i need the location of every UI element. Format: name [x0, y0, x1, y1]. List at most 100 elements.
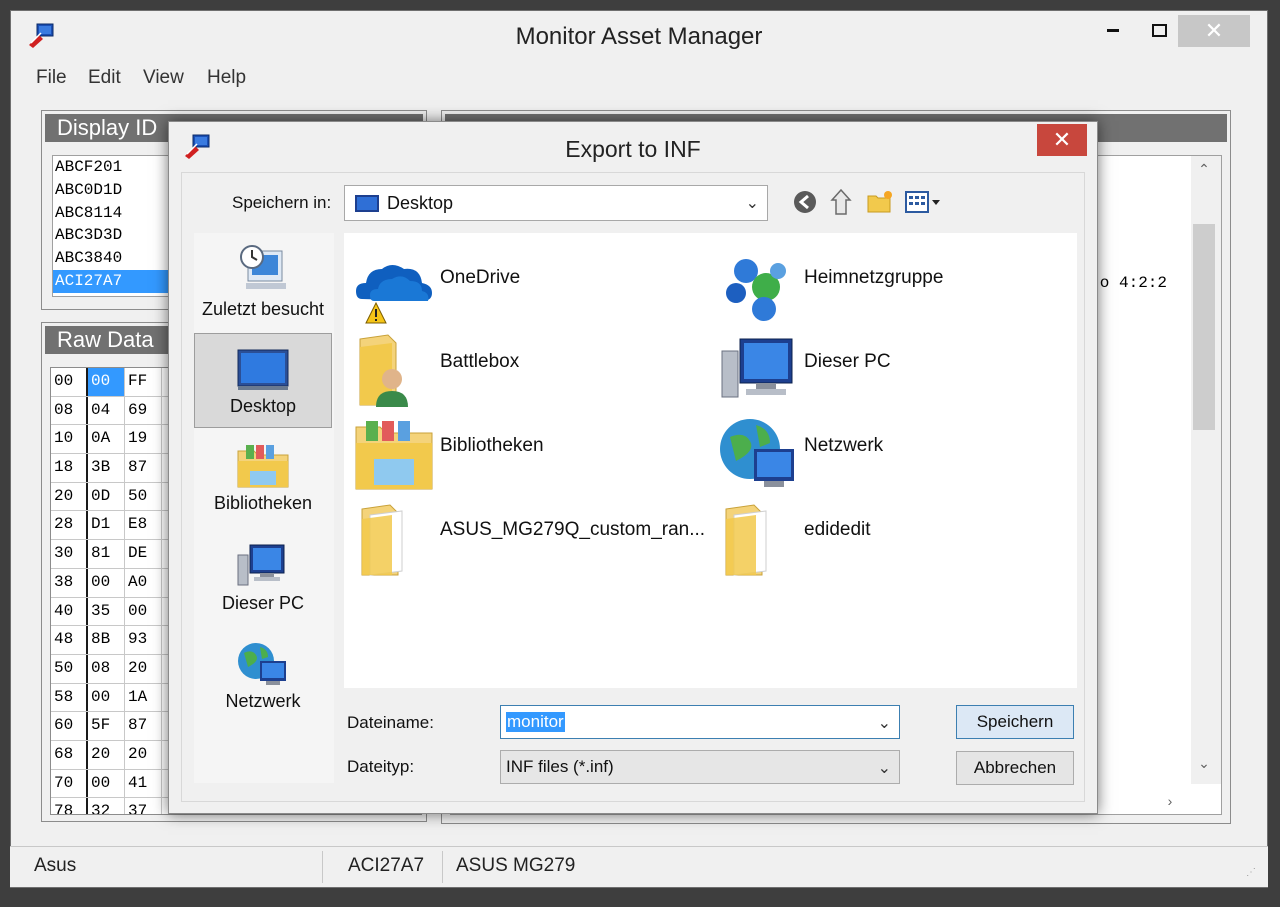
save-in-dropdown[interactable]: Desktop ⌄ [344, 185, 768, 221]
raw-data-address: 60 [51, 712, 88, 740]
raw-data-byte[interactable]: 1A [125, 683, 162, 712]
desktop-icon [237, 349, 289, 390]
raw-data-address: 38 [51, 568, 88, 597]
dialog-title-bar[interactable]: Export to INF ✕ [169, 122, 1097, 170]
network-icon [238, 643, 286, 685]
raw-data-byte[interactable]: 00 [125, 597, 162, 626]
place-label: Bibliotheken [213, 493, 313, 513]
raw-data-address: 40 [51, 597, 88, 626]
raw-data-address: 30 [51, 540, 88, 568]
raw-data-byte[interactable]: 00 [88, 769, 125, 798]
raw-data-byte[interactable]: 00 [88, 683, 125, 712]
raw-data-byte[interactable]: D1 [88, 511, 125, 540]
raw-data-address: 20 [51, 482, 88, 511]
title-bar[interactable]: Monitor Asset Manager ✕ [11, 11, 1267, 59]
up-folder-icon[interactable] [828, 188, 858, 216]
raw-data-byte[interactable]: 87 [125, 712, 162, 740]
raw-data-byte[interactable]: 35 [88, 597, 125, 626]
raw-data-byte[interactable]: 08 [88, 654, 125, 683]
raw-data-byte[interactable]: 20 [125, 740, 162, 769]
file-item-onedrive[interactable]: OneDrive [344, 241, 704, 324]
raw-data-byte[interactable]: 0D [88, 482, 125, 511]
back-icon[interactable] [790, 188, 820, 216]
file-item-homegroup[interactable]: Heimnetzgruppe [708, 241, 1068, 321]
file-item-battlebox[interactable]: Battlebox [344, 325, 704, 407]
raw-data-byte[interactable]: 93 [125, 626, 162, 654]
raw-data-address: 00 [51, 368, 88, 396]
raw-data-byte[interactable]: 37 [125, 798, 162, 814]
menu-edit[interactable]: Edit [88, 67, 121, 89]
minimize-icon [1107, 29, 1119, 32]
user-folder-icon [359, 334, 408, 407]
status-display-id: ACI27A7 [348, 855, 425, 876]
raw-data-address: 58 [51, 683, 88, 712]
menu-help[interactable]: Help [207, 67, 246, 89]
scroll-thumb[interactable] [1193, 224, 1215, 430]
raw-data-byte[interactable]: 5F [88, 712, 125, 740]
scroll-right-icon[interactable]: › [1159, 788, 1181, 814]
raw-data-byte[interactable]: FF [125, 368, 162, 396]
status-divider [442, 851, 443, 883]
save-button[interactable]: Speichern [956, 705, 1074, 739]
file-item-this-pc[interactable]: Dieser PC [708, 325, 1068, 405]
raw-data-byte[interactable]: DE [125, 540, 162, 568]
close-icon: ✕ [1204, 18, 1224, 43]
file-name: Bibliotheken [440, 435, 544, 456]
status-divider [322, 851, 323, 883]
dialog-close-button[interactable]: ✕ [1037, 124, 1087, 156]
raw-data-byte[interactable]: 69 [125, 396, 162, 425]
raw-data-byte[interactable]: 20 [125, 654, 162, 683]
chevron-down-icon: ⌄ [877, 760, 891, 777]
new-folder-icon[interactable] [866, 188, 896, 216]
filetype-dropdown[interactable]: INF files (*.inf) ⌄ [500, 750, 900, 784]
raw-data-byte[interactable]: 20 [88, 740, 125, 769]
menu-file[interactable]: File [36, 67, 67, 89]
close-icon: ✕ [1052, 127, 1072, 152]
filename-input[interactable]: monitor ⌄ [500, 705, 900, 739]
chevron-down-icon: ⌄ [745, 195, 759, 212]
menu-view[interactable]: View [143, 67, 184, 89]
place-label: Desktop [229, 396, 297, 416]
vertical-scrollbar[interactable]: ⌃ ⌄ [1191, 156, 1221, 784]
raw-data-byte[interactable]: 41 [125, 769, 162, 798]
minimize-button[interactable] [1091, 15, 1137, 47]
raw-data-byte[interactable]: A0 [125, 568, 162, 597]
file-item-network[interactable]: Netzwerk [708, 409, 1068, 489]
close-button[interactable]: ✕ [1178, 15, 1250, 47]
raw-data-byte[interactable]: 3B [88, 454, 125, 482]
place-recent[interactable]: Zuletzt besucht [194, 233, 332, 328]
desktop-icon [355, 195, 379, 212]
place-desktop[interactable]: Desktop [194, 333, 332, 428]
computer-icon [721, 338, 793, 398]
chevron-down-icon[interactable]: ⌄ [878, 713, 891, 733]
place-this-pc[interactable]: Dieser PC [194, 533, 332, 628]
raw-data-byte[interactable]: 04 [88, 396, 125, 425]
raw-data-byte[interactable]: 00 [88, 368, 125, 396]
raw-data-byte[interactable]: 50 [125, 482, 162, 511]
file-item-edidedit[interactable]: edidedit [708, 493, 1068, 576]
info-text-fragment: o 4:2:2 [1099, 274, 1167, 292]
file-name: Battlebox [440, 351, 520, 372]
resize-grip-icon[interactable]: ⋰ [1246, 867, 1260, 881]
scroll-up-icon[interactable]: ⌃ [1193, 156, 1215, 182]
recent-places-icon [240, 245, 286, 289]
raw-data-byte[interactable]: 19 [125, 425, 162, 454]
place-network[interactable]: Netzwerk [194, 631, 332, 726]
raw-data-byte[interactable]: 0A [88, 425, 125, 454]
raw-data-byte[interactable]: 8B [88, 626, 125, 654]
maximize-button[interactable] [1137, 15, 1183, 47]
raw-data-byte[interactable]: 00 [88, 568, 125, 597]
raw-data-byte[interactable]: 81 [88, 540, 125, 568]
file-item-libraries[interactable]: Bibliotheken [344, 409, 704, 490]
place-libraries[interactable]: Bibliotheken [194, 433, 332, 528]
file-list-view[interactable]: OneDrive Heimnetzgruppe Battlebox Dieser… [344, 233, 1077, 688]
view-menu-icon[interactable] [904, 188, 946, 216]
raw-data-byte[interactable]: 32 [88, 798, 125, 814]
raw-data-byte[interactable]: E8 [125, 511, 162, 540]
file-name: ASUS_MG279Q_custom_ran... [440, 519, 706, 540]
save-in-value: Desktop [387, 193, 454, 213]
cancel-button[interactable]: Abbrechen [956, 751, 1074, 785]
raw-data-byte[interactable]: 87 [125, 454, 162, 482]
scroll-down-icon[interactable]: ⌄ [1193, 750, 1215, 776]
file-item-asus-folder[interactable]: ASUS_MG279Q_custom_ran... [344, 493, 706, 576]
